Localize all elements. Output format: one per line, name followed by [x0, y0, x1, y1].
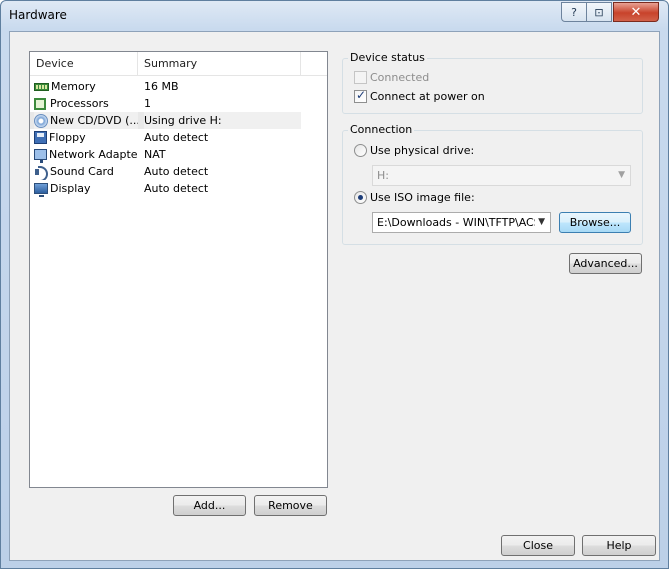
device-summary: 16 MB	[144, 80, 179, 93]
use-physical-drive-label: Use physical drive:	[370, 144, 475, 157]
connection-group: Connection Use physical drive: H: ▼ Use …	[342, 123, 643, 245]
device-name: Network Adapter	[49, 148, 138, 161]
close-icon: ✕	[630, 4, 642, 20]
chevron-down-icon: ▼	[535, 213, 545, 232]
list-item-network-adapter[interactable]: Network Adapter NAT	[30, 146, 327, 163]
network-adapter-icon	[34, 149, 47, 163]
list-item-memory[interactable]: Memory 16 MB	[30, 78, 327, 95]
browse-button[interactable]: Browse...	[559, 212, 631, 233]
connect-at-power-on-label: Connect at power on	[370, 90, 485, 103]
radio-selected-dot	[358, 195, 363, 200]
connected-checkbox[interactable]	[354, 71, 367, 84]
list-item-cd-dvd[interactable]: New CD/DVD (... Using drive H:	[30, 112, 327, 129]
list-item-display[interactable]: Display Auto detect	[30, 180, 327, 197]
list-header: Device Summary	[30, 52, 327, 76]
sound-card-icon	[34, 165, 48, 180]
chevron-down-icon: ▼	[618, 170, 625, 180]
device-name: Memory	[51, 80, 96, 93]
list-item-floppy[interactable]: Floppy Auto detect	[30, 129, 327, 146]
device-summary: NAT	[144, 148, 166, 161]
close-caption-button[interactable]: ✕	[613, 2, 659, 22]
device-summary: Auto detect	[144, 165, 209, 178]
cd-dvd-icon	[34, 113, 48, 128]
device-name: Sound Card	[50, 165, 114, 178]
memory-icon	[34, 83, 49, 91]
use-iso-image-radio[interactable]	[354, 191, 367, 204]
physical-drive-select[interactable]: H: ▼	[372, 165, 631, 186]
device-status-title: Device status	[348, 51, 427, 64]
display-icon	[34, 183, 48, 197]
hardware-dialog: Hardware ? ⊡ ✕ Device Summary Memory 16 …	[0, 0, 669, 569]
physical-drive-value: H:	[377, 169, 389, 182]
restore-icon: ⊡	[594, 5, 604, 19]
connection-title: Connection	[348, 123, 415, 136]
connect-at-power-on-checkbox[interactable]: ✓	[354, 88, 367, 103]
use-physical-drive-radio[interactable]	[354, 144, 367, 157]
device-name: Floppy	[49, 131, 86, 144]
iso-image-path-value: E:\Downloads - WIN\TFTP\ACS\	[377, 216, 545, 229]
device-status-group: Device status Connected ✓ Connect at pow…	[342, 51, 643, 114]
device-name: New CD/DVD (...	[50, 114, 138, 127]
help-caption-button[interactable]: ?	[561, 2, 587, 22]
iso-image-path-combo[interactable]: E:\Downloads - WIN\TFTP\ACS\ ▼	[372, 212, 551, 233]
remove-button[interactable]: Remove	[254, 495, 327, 516]
list-item-sound-card[interactable]: Sound Card Auto detect	[30, 163, 327, 180]
processor-icon	[34, 97, 46, 110]
use-iso-image-label: Use ISO image file:	[370, 191, 475, 204]
device-summary: Auto detect	[144, 131, 209, 144]
window-title: Hardware	[9, 8, 67, 22]
device-name: Display	[50, 182, 91, 195]
column-header-summary[interactable]: Summary	[138, 52, 301, 75]
device-name: Processors	[50, 97, 109, 110]
close-button[interactable]: Close	[501, 535, 575, 556]
device-summary: Using drive H:	[144, 112, 301, 129]
connected-label: Connected	[370, 71, 430, 84]
list-item-processors[interactable]: Processors 1	[30, 95, 327, 112]
help-button[interactable]: Help	[582, 535, 656, 556]
device-summary: 1	[144, 97, 151, 110]
help-icon: ?	[571, 5, 577, 19]
checkmark-icon: ✓	[356, 88, 367, 102]
title-bar[interactable]: Hardware ? ⊡ ✕	[1, 1, 668, 31]
restore-caption-button[interactable]: ⊡	[586, 2, 612, 22]
device-list[interactable]: Device Summary Memory 16 MB Processors 1…	[29, 51, 328, 488]
add-button[interactable]: Add...	[173, 495, 246, 516]
dialog-body: Device Summary Memory 16 MB Processors 1…	[9, 31, 660, 561]
floppy-icon	[34, 131, 47, 144]
device-summary: Auto detect	[144, 182, 209, 195]
advanced-button[interactable]: Advanced...	[569, 253, 642, 274]
column-header-device[interactable]: Device	[30, 52, 138, 75]
